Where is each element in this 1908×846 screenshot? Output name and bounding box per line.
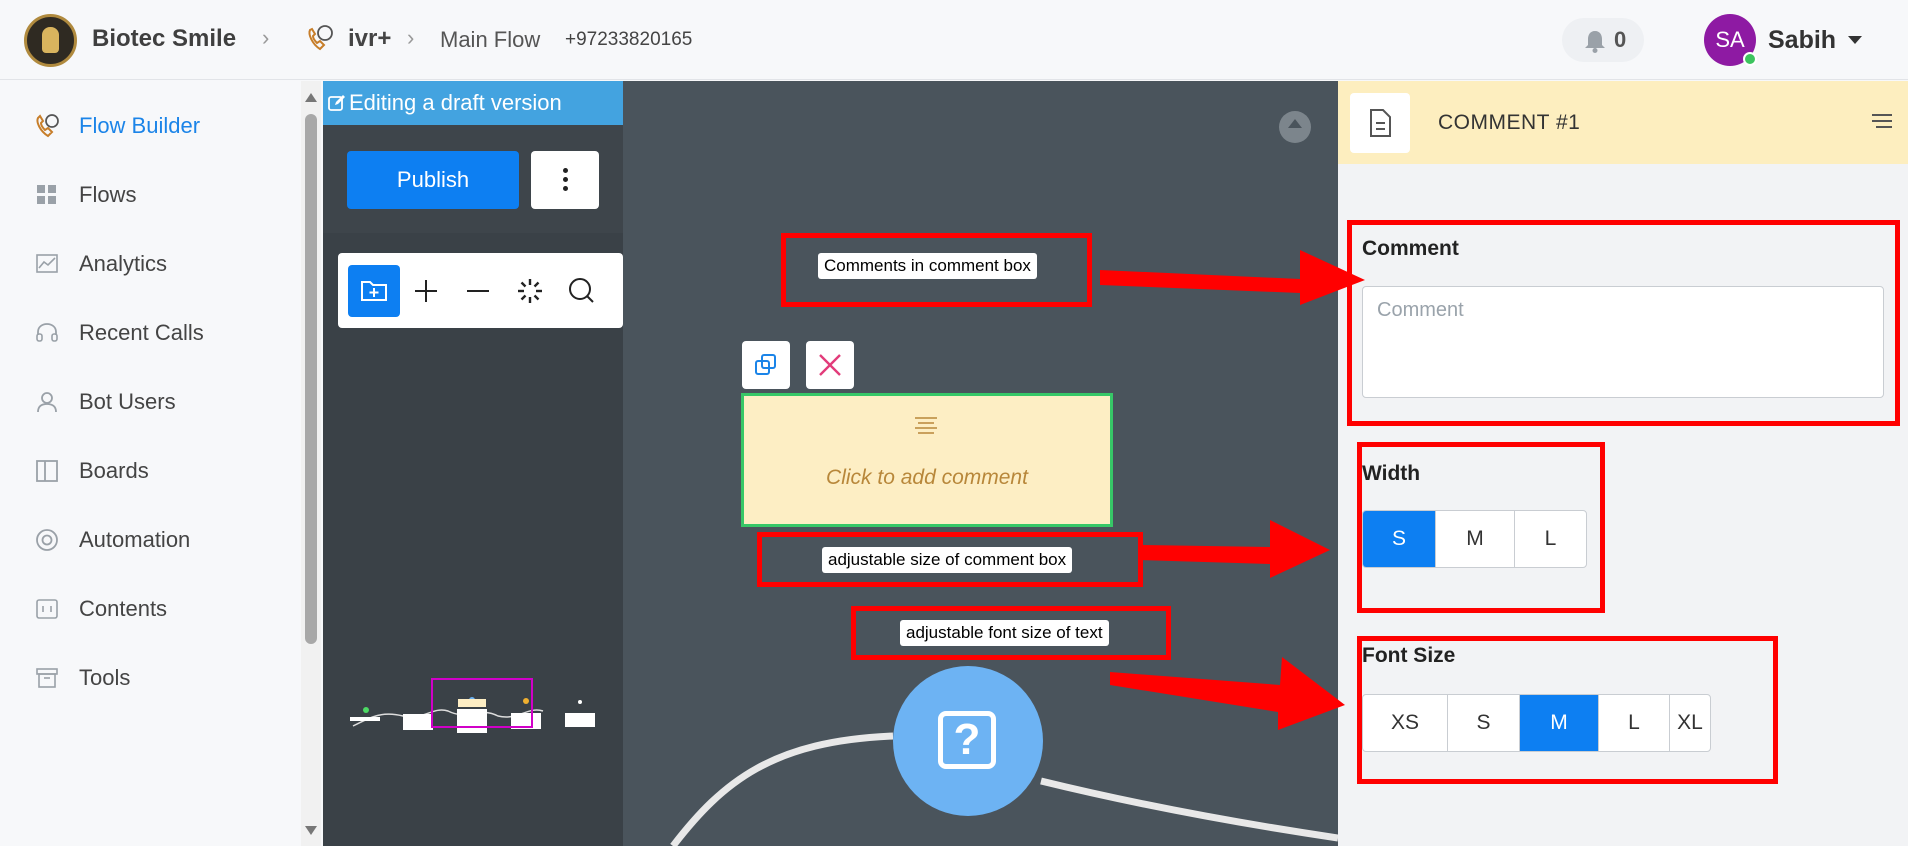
- minimap-graphic: [350, 678, 595, 733]
- draft-label: Editing a draft version: [349, 90, 562, 115]
- breadcrumb-flow[interactable]: Main Flow: [440, 27, 540, 53]
- sidebar-item-label: Flows: [79, 182, 137, 207]
- flow-canvas[interactable]: Editing a draft version Publish Click to…: [323, 81, 1338, 846]
- user-icon: [37, 392, 57, 413]
- comment-node[interactable]: Click to add comment: [741, 393, 1113, 527]
- draft-banner: Editing a draft version: [323, 81, 623, 125]
- loader-icon: [518, 279, 542, 303]
- lifebuoy-icon: [36, 529, 58, 551]
- online-status-dot: [1743, 52, 1757, 66]
- scrollbar-thumb[interactable]: [305, 114, 317, 644]
- close-icon: [819, 354, 841, 376]
- annotation-label-font: adjustable font size of text: [900, 620, 1109, 646]
- annotation-label-size: adjustable size of comment box: [822, 547, 1073, 573]
- canvas-left-panel: Editing a draft version Publish: [323, 81, 623, 846]
- more-options-button[interactable]: [531, 151, 599, 209]
- breadcrumb-org[interactable]: Biotec Smile: [92, 25, 236, 53]
- scroll-down-icon[interactable]: [305, 826, 317, 835]
- phone-chat-icon: [36, 114, 59, 138]
- content-icon: [36, 599, 58, 619]
- sidebar-item-label: Boards: [79, 458, 149, 483]
- sidebar-item-boards[interactable]: Boards: [0, 450, 300, 490]
- menu-icon[interactable]: [1872, 113, 1892, 129]
- chart-icon: [36, 254, 58, 273]
- fit-view-button[interactable]: [504, 265, 556, 317]
- panel-header: COMMENT #1: [1338, 81, 1908, 164]
- search-button[interactable]: [556, 265, 608, 317]
- phone-chat-icon: [308, 25, 333, 51]
- zoom-out-icon: [467, 290, 489, 292]
- kebab-dot: [563, 186, 568, 191]
- breadcrumb-ivr[interactable]: ivr+: [348, 25, 391, 53]
- edit-icon: [328, 95, 345, 111]
- sidebar-item-automation[interactable]: Automation: [0, 519, 300, 559]
- annotation-box-font-panel: [1357, 636, 1778, 784]
- notification-count: 0: [1614, 27, 1627, 52]
- grid-icon: [37, 185, 56, 204]
- question-icon: ?: [938, 711, 996, 769]
- sidebar-item-label: Flow Builder: [79, 113, 201, 138]
- chevron-down-icon[interactable]: [1848, 36, 1862, 44]
- archive-icon: [36, 668, 58, 688]
- sidebar-item-recent-calls[interactable]: Recent Calls: [0, 312, 300, 352]
- publish-area: Publish: [323, 125, 623, 233]
- search-icon: [569, 278, 594, 303]
- annotation-box-comment-panel: [1347, 220, 1900, 426]
- user-name[interactable]: Sabih: [1768, 26, 1836, 55]
- scroll-up-icon[interactable]: [305, 93, 317, 102]
- canvas-toolbar: [338, 253, 623, 328]
- annotation-label-comments: Comments in comment box: [818, 253, 1037, 279]
- headset-icon: [36, 323, 58, 342]
- sidebar-item-label: Automation: [79, 527, 191, 552]
- phone-number: +97233820165: [565, 29, 693, 50]
- top-bar: Biotec Smile › ivr+ › Main Flow +9723382…: [0, 0, 1908, 80]
- add-folder-icon: [361, 281, 387, 301]
- zoom-out-button[interactable]: [452, 265, 504, 317]
- sidebar-item-label: Bot Users: [79, 389, 176, 414]
- publish-button[interactable]: Publish: [347, 151, 519, 209]
- text-lines-icon: [915, 417, 937, 434]
- sidebar-item-label: Tools: [79, 665, 131, 690]
- sidebar-item-flow-builder[interactable]: Flow Builder: [0, 105, 300, 145]
- sidebar-item-analytics[interactable]: Analytics: [0, 243, 300, 283]
- sidebar-item-bot-users[interactable]: Bot Users: [0, 381, 300, 421]
- sidebar-scrollbar[interactable]: [301, 81, 321, 846]
- sidebar-item-contents[interactable]: Contents: [0, 588, 300, 628]
- breadcrumb-chevron-icon: ›: [262, 25, 270, 50]
- panel-title: COMMENT #1: [1438, 111, 1581, 134]
- sidebar-item-flows[interactable]: Flows: [0, 174, 300, 214]
- notifications-button[interactable]: 0: [1562, 18, 1644, 62]
- sidebar-item-label: Recent Calls: [79, 320, 204, 345]
- duplicate-button[interactable]: [742, 341, 790, 389]
- zoom-in-icon: [415, 280, 437, 302]
- sidebar-item-label: Analytics: [79, 251, 168, 276]
- document-icon: [1350, 93, 1410, 153]
- breadcrumb-chevron-icon: ›: [407, 25, 415, 50]
- arrow-up-circle-icon[interactable]: [1279, 111, 1311, 143]
- bell-icon: [1585, 31, 1605, 53]
- org-logo[interactable]: [24, 14, 77, 67]
- minimap[interactable]: [323, 621, 623, 846]
- sidebar-item-tools[interactable]: Tools: [0, 657, 300, 697]
- question-node[interactable]: ?: [893, 666, 1043, 816]
- comment-placeholder-text: Click to add comment: [826, 466, 1028, 489]
- sidebar-item-label: Contents: [79, 596, 168, 621]
- zoom-in-button[interactable]: [400, 265, 452, 317]
- annotation-box-width-panel: [1357, 442, 1605, 613]
- copy-icon: [755, 354, 776, 375]
- delete-button[interactable]: [806, 341, 854, 389]
- kebab-dot: [563, 177, 568, 182]
- columns-icon: [36, 460, 58, 482]
- sidebar: Flow Builder Flows Analytics Recent Call…: [0, 81, 300, 846]
- kebab-dot: [563, 168, 568, 173]
- add-folder-button[interactable]: [348, 265, 400, 317]
